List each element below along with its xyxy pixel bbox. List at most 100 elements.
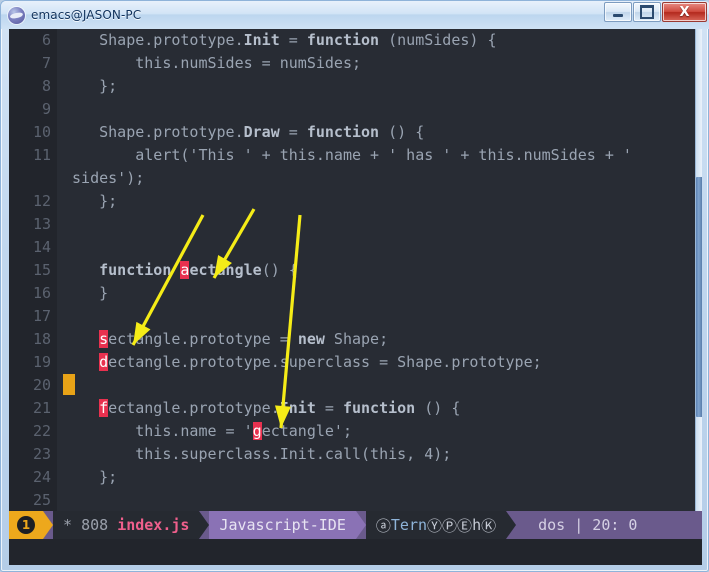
- code-line[interactable]: 25: [9, 489, 695, 511]
- code-line[interactable]: 14: [9, 236, 695, 259]
- code-token: ectangle.prototype.superclass = Shape.pr…: [108, 353, 542, 371]
- line-text: };: [57, 466, 117, 489]
- code-token: =: [315, 399, 343, 417]
- code-token: () {: [415, 399, 461, 417]
- line-number: 9: [9, 98, 57, 121]
- minor-mode-p-icon: Ⓟ: [442, 516, 458, 535]
- modeline-minor-modes-segment[interactable]: ⓐ Tern Ⓨ Ⓟ Ⓔh Ⓚ: [365, 511, 507, 539]
- line-text: sectangle.prototype = new Shape;: [57, 328, 388, 351]
- title-bar[interactable]: emacs@JASON-PC X: [1, 1, 709, 29]
- keyword-token: function: [99, 261, 172, 279]
- code-line[interactable]: 9: [9, 98, 695, 121]
- line-text: [57, 374, 75, 398]
- code-line[interactable]: 23 this.superclass.Init.call(this, 4);: [9, 443, 695, 466]
- code-line[interactable]: 22 this.name = 'gectangle';: [9, 420, 695, 443]
- code-token: this.superclass.Init.call(this, 4);: [63, 445, 452, 463]
- minor-mode-tern: Tern: [390, 516, 428, 534]
- powerline-sep-1: [43, 511, 53, 539]
- keyword-token: function: [306, 31, 380, 49]
- code-line[interactable]: 6 Shape.prototype.Init = function (numSi…: [9, 29, 695, 52]
- code-line[interactable]: sides');: [9, 167, 695, 190]
- line-text: dectangle.prototype.superclass = Shape.p…: [57, 351, 542, 374]
- line-number: 21: [9, 397, 57, 420]
- modeline-separator: |: [574, 516, 584, 534]
- code-line[interactable]: 13: [9, 213, 695, 236]
- line-number: 10: [9, 121, 57, 144]
- code-line[interactable]: 15 function aectangle() {: [9, 259, 695, 282]
- code-line[interactable]: 11 alert('This ' + this.name + ' has ' +…: [9, 144, 695, 167]
- line-number: 17: [9, 305, 57, 328]
- code-token: this.numSides = numSides;: [63, 54, 362, 72]
- line-number: 11: [9, 144, 57, 167]
- code-token: };: [63, 192, 118, 210]
- line-number: 14: [9, 236, 57, 259]
- code-token: ectangle';: [261, 422, 352, 440]
- code-line[interactable]: 17: [9, 305, 695, 328]
- keyword-token: Init: [279, 399, 316, 417]
- code-token: sides');: [63, 169, 145, 187]
- line-number: 15: [9, 259, 57, 282]
- modeline-buffer-segment[interactable]: * 808 index.js: [53, 511, 200, 539]
- modified-marker: *: [63, 516, 73, 534]
- code-line[interactable]: 7 this.numSides = numSides;: [9, 52, 695, 75]
- line-text: }: [57, 282, 108, 305]
- scrollbar-thumb[interactable]: [696, 177, 702, 417]
- minor-mode-k-icon: Ⓚ: [481, 516, 497, 535]
- line-text: this.superclass.Init.call(this, 4);: [57, 443, 451, 466]
- modeline-position-segment[interactable]: dos | 20: 0: [516, 511, 702, 539]
- code-line[interactable]: 8 };: [9, 75, 695, 98]
- code-line[interactable]: 19 dectangle.prototype.superclass = Shap…: [9, 351, 695, 374]
- line-text: function aectangle() {: [57, 259, 298, 282]
- line-number: 24: [9, 466, 57, 489]
- modeline-major-mode-segment[interactable]: Javascript-IDE: [209, 511, 356, 539]
- code-line[interactable]: 20: [9, 374, 695, 397]
- code-token: alert('This ' + this.name + ' has ' + th…: [63, 146, 632, 164]
- code-line[interactable]: 16 }: [9, 282, 695, 305]
- line-number: 16: [9, 282, 57, 305]
- minimize-button[interactable]: [604, 2, 632, 22]
- minibuffer[interactable]: [9, 539, 702, 565]
- code-token: (numSides) {: [379, 31, 497, 49]
- code-token: ectangle.prototype.: [108, 399, 280, 417]
- line-number: 20: [9, 374, 57, 397]
- line-text: Shape.prototype.Draw = function () {: [57, 121, 424, 144]
- highlighted-char: g: [252, 422, 262, 440]
- vertical-scrollbar[interactable]: [695, 29, 702, 511]
- modeline-badge-segment[interactable]: 1: [9, 511, 43, 539]
- powerline-sep-4: [506, 511, 517, 539]
- highlighted-char: d: [99, 353, 109, 371]
- code-line[interactable]: 24 };: [9, 466, 695, 489]
- code-token: };: [63, 468, 118, 486]
- cursor-position: 20: 0: [592, 516, 638, 534]
- highlighted-char: s: [99, 330, 109, 348]
- code-token: }: [63, 284, 109, 302]
- line-number: 18: [9, 328, 57, 351]
- text-cursor: [63, 374, 75, 395]
- window-title: emacs@JASON-PC: [31, 8, 142, 22]
- line-text: sides');: [57, 167, 144, 190]
- code-token: =: [279, 123, 307, 141]
- code-line[interactable]: 10 Shape.prototype.Draw = function () {: [9, 121, 695, 144]
- line-text: this.numSides = numSides;: [57, 52, 361, 75]
- line-number: 12: [9, 190, 57, 213]
- code-token: Shape.prototype.: [63, 31, 244, 49]
- line-number: 8: [9, 75, 57, 98]
- keyword-token: Draw: [243, 123, 280, 141]
- close-button[interactable]: X: [662, 2, 707, 22]
- code-line[interactable]: 12 };: [9, 190, 695, 213]
- coding-system: dos: [538, 516, 566, 534]
- code-buffer[interactable]: 6 Shape.prototype.Init = function (numSi…: [9, 29, 695, 511]
- code-token: Shape.prototype.: [63, 123, 244, 141]
- keyword-token: function: [342, 399, 416, 417]
- maximize-button[interactable]: [633, 2, 661, 22]
- buffer-file-name: index.js: [117, 516, 190, 534]
- application-window: emacs@JASON-PC X 6 Shape.prototype.Init …: [0, 0, 709, 572]
- code-line[interactable]: 18 sectangle.prototype = new Shape;: [9, 328, 695, 351]
- emacs-icon: [8, 6, 25, 24]
- minor-mode-at-icon: ⓐ: [375, 516, 391, 535]
- line-text: };: [57, 190, 117, 213]
- line-number: 25: [9, 489, 57, 511]
- code-line[interactable]: 21 fectangle.prototype.Init = function (…: [9, 397, 695, 420]
- line-number: 13: [9, 213, 57, 236]
